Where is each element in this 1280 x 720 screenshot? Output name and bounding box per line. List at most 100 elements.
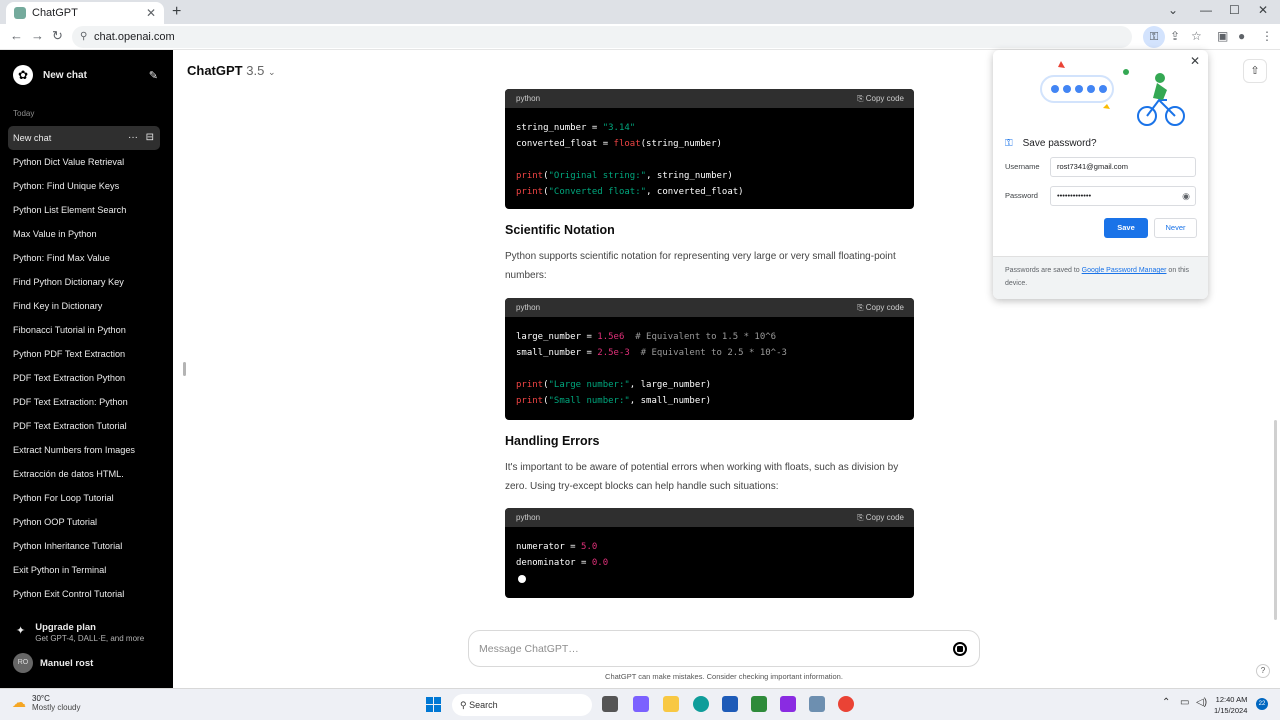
history-item[interactable]: Python Dict Value Retrieval [8, 150, 160, 174]
copy-code-button[interactable]: ⎘ Copy code [857, 89, 904, 108]
back-arrow-icon[interactable]: ← [10, 28, 23, 43]
new-chat-label: New chat [43, 69, 87, 81]
share-page-icon[interactable]: ⇪ [1170, 29, 1180, 43]
windows-taskbar: ☁ 30°C Mostly cloudy ⚲ Search ⌃ ▭ ◁) 12:… [0, 688, 1280, 720]
code-block-header: python ⎘ Copy code [505, 298, 914, 317]
browser-tab[interactable]: ChatGPT ✕ [6, 2, 164, 24]
history-item[interactable]: Python: Find Max Value [8, 246, 160, 270]
chevron-up-icon[interactable]: ⌃ [1162, 697, 1170, 708]
history-item[interactable]: Python: Find Unique Keys [8, 174, 160, 198]
edge-icon[interactable] [693, 696, 709, 712]
save-password-button[interactable]: Save [1104, 218, 1148, 238]
history-item[interactable]: Find Python Dictionary Key [8, 270, 160, 294]
upgrade-plan-button[interactable]: ✦ Upgrade plan Get GPT-4, DALL·E, and mo… [16, 622, 144, 643]
code-block-header: python ⎘ Copy code [505, 89, 914, 108]
section-heading: Scientific Notation [505, 223, 615, 237]
search-icon: ⚲ [460, 700, 470, 710]
forward-arrow-icon[interactable]: → [31, 28, 44, 43]
history-item[interactable]: Find Key in Dictionary [8, 294, 160, 318]
code-block-header: python ⎘ Copy code [505, 508, 914, 527]
history-item[interactable]: Python Exit Control Tutorial [8, 582, 160, 606]
password-manager-link[interactable]: Google Password Manager [1082, 267, 1167, 274]
notification-badge[interactable]: 22 [1256, 698, 1268, 710]
history-item-active[interactable]: New chat ··· ⊟ [8, 126, 160, 150]
never-save-button[interactable]: Never [1154, 218, 1197, 238]
share-chat-button[interactable]: ⇧ [1243, 59, 1267, 83]
close-icon[interactable]: ✕ [1190, 54, 1200, 68]
excel-icon[interactable] [751, 696, 767, 712]
new-tab-button[interactable]: + [172, 3, 181, 21]
history-item[interactable]: Python List Element Search [8, 198, 160, 222]
model-name: ChatGPT [187, 63, 243, 78]
history-item[interactable]: Python For Loop Tutorial [8, 486, 160, 510]
minimize-button[interactable]: — [1200, 3, 1212, 17]
history-item[interactable]: Exit Python in Terminal [8, 558, 160, 582]
help-button[interactable]: ? [1256, 664, 1270, 678]
history-item[interactable]: Fibonacci Tutorial in Python [8, 318, 160, 342]
windows-start-icon[interactable] [426, 697, 441, 712]
page-scrollbar[interactable] [1274, 420, 1277, 620]
openai-logo-icon: ✿ [13, 65, 33, 85]
stop-generating-icon[interactable] [953, 642, 967, 656]
edit-icon[interactable]: ✎ [149, 69, 158, 82]
history-item[interactable]: Python PDF Text Extraction [8, 342, 160, 366]
sidebar-toggle-handle[interactable] [183, 362, 186, 376]
file-explorer-icon[interactable] [663, 696, 679, 712]
maximize-button[interactable]: ☐ [1229, 3, 1240, 17]
username-label: Username [1005, 162, 1040, 171]
browser-menu-icon[interactable]: ⋮ [1261, 29, 1273, 43]
paragraph: It's important to be aware of potential … [505, 462, 899, 492]
system-clock[interactable]: 12:40 AM 1/15/2024 [1214, 694, 1247, 716]
network-icon[interactable]: ▭ [1180, 697, 1189, 708]
paragraph: Python supports scientific notation for … [505, 251, 896, 281]
weather-temp: 30°C [32, 694, 50, 703]
code-block: python ⎘ Copy code numerator = 5.0 denom… [505, 508, 914, 598]
history-item[interactable]: PDF Text Extraction Python [8, 366, 160, 390]
cloud-sun-icon: ☁ [12, 694, 26, 710]
url-text: chat.openai.com [94, 31, 175, 43]
archive-icon[interactable]: ⊟ [146, 126, 154, 150]
password-key-icon[interactable]: ⚿ [1143, 26, 1165, 48]
weather-widget[interactable]: ☁ 30°C Mostly cloudy [12, 694, 80, 712]
taskbar-search[interactable]: ⚲ Search [452, 694, 592, 716]
address-bar[interactable]: ⚲ chat.openai.com [72, 26, 1132, 48]
password-field[interactable]: ••••••••••••• ◉ [1050, 186, 1196, 206]
profile-icon[interactable]: ● [1238, 29, 1245, 43]
tab-close-icon[interactable]: ✕ [146, 6, 156, 20]
copy-code-button[interactable]: ⎘ Copy code [857, 508, 904, 527]
copy-code-button[interactable]: ⎘ Copy code [857, 298, 904, 317]
close-window-button[interactable]: ✕ [1258, 3, 1268, 17]
openai-favicon-icon [14, 7, 26, 19]
side-panel-icon[interactable]: ▣ [1217, 29, 1228, 43]
volume-icon[interactable]: ◁) [1196, 697, 1207, 708]
code-block: python ⎘ Copy code large_number = 1.5e6 … [505, 298, 914, 420]
eye-icon[interactable]: ◉ [1182, 187, 1190, 205]
reload-icon[interactable]: ↻ [52, 28, 63, 44]
browser-tabstrip: ChatGPT ✕ + ⌄ — ☐ ✕ [0, 0, 1280, 24]
history-item[interactable]: Extracción de datos HTML. [8, 462, 160, 486]
history-item[interactable]: PDF Text Extraction Tutorial [8, 414, 160, 438]
history-item[interactable]: Python OOP Tutorial [8, 510, 160, 534]
bookmark-star-icon[interactable]: ☆ [1191, 29, 1202, 43]
more-options-icon[interactable]: ··· [128, 126, 138, 150]
password-label: Password [1005, 191, 1038, 200]
model-selector[interactable]: ChatGPT 3.5 ⌄ [187, 63, 276, 78]
user-name: Manuel rost [40, 657, 94, 669]
task-view-icon[interactable] [602, 696, 618, 712]
history-item[interactable]: Extract Numbers from Images [8, 438, 160, 462]
chrome-icon[interactable] [838, 696, 854, 712]
history-item[interactable]: PDF Text Extraction: Python [8, 390, 160, 414]
user-menu-button[interactable]: RO Manuel rost [13, 653, 93, 673]
username-field[interactable]: rost7341@gmail.com [1050, 157, 1196, 177]
store-icon[interactable] [722, 696, 738, 712]
message-composer [468, 630, 980, 667]
history-item[interactable]: Max Value in Python [8, 222, 160, 246]
site-info-icon[interactable]: ⚲ [80, 26, 87, 48]
new-chat-button[interactable]: ✿ New chat ✎ [8, 64, 158, 86]
tab-search-icon[interactable]: ⌄ [1168, 3, 1178, 17]
teams-icon[interactable] [633, 696, 649, 712]
app-icon[interactable] [809, 696, 825, 712]
app-icon[interactable] [780, 696, 796, 712]
message-input[interactable] [479, 640, 919, 658]
history-item[interactable]: Python Inheritance Tutorial [8, 534, 160, 558]
